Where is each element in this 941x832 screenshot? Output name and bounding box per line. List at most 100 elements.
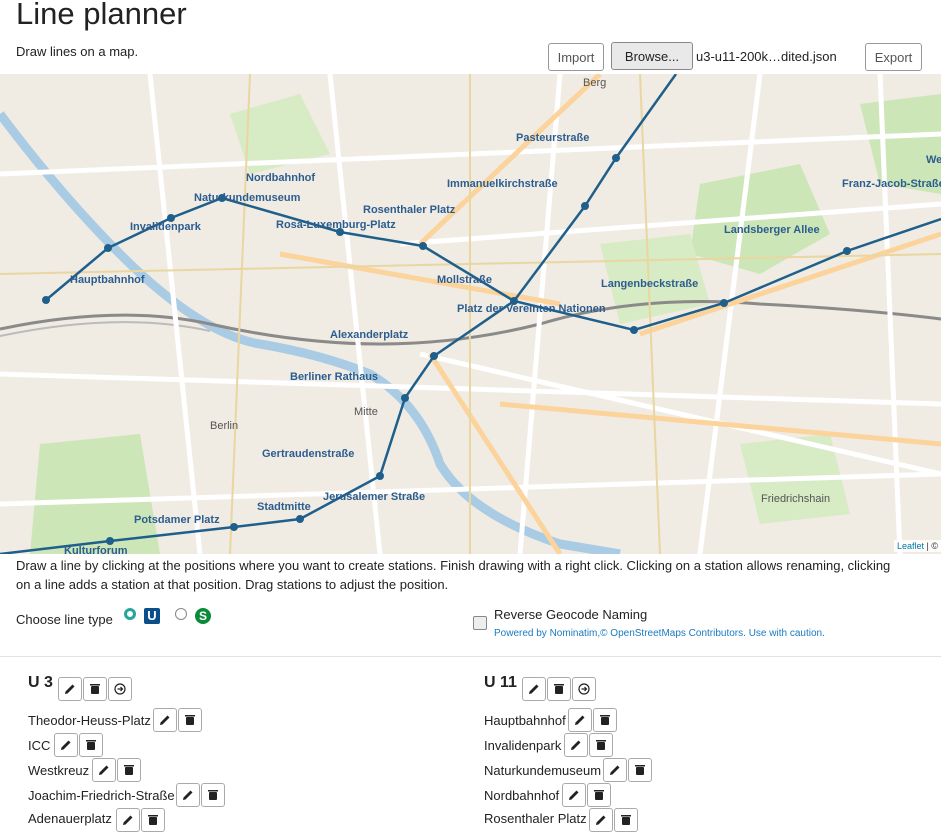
map-area-berlin: Berlin [210, 420, 238, 432]
delete-station-button[interactable] [593, 708, 617, 732]
line-type-label: Choose line type [16, 612, 113, 627]
station-item[interactable]: Westkreuz [28, 763, 89, 778]
map-label-pasteur: Pasteurstraße [516, 132, 589, 144]
edit-station-button[interactable] [116, 808, 140, 832]
pencil-icon [183, 790, 193, 800]
s-bahn-icon: S [195, 608, 211, 624]
station-item[interactable]: ICC [28, 738, 50, 753]
delete-line-button[interactable] [83, 677, 107, 701]
pencil-icon [610, 765, 620, 775]
map-label-gertraudenstrasse: Gertraudenstraße [262, 448, 354, 460]
delete-station-button[interactable] [628, 758, 652, 782]
edit-station-button[interactable] [153, 708, 177, 732]
delete-station-button[interactable] [141, 808, 165, 832]
trash-icon [185, 715, 195, 725]
nominatim-credit[interactable]: Powered by Nominatim,© OpenStreetMaps Co… [494, 628, 825, 639]
map-area-friedrichshain: Friedrichshain [761, 493, 830, 505]
edit-station-button[interactable] [589, 808, 613, 832]
delete-station-button[interactable] [79, 733, 103, 757]
pencil-icon [99, 765, 109, 775]
station-item[interactable]: Adenauerplatz [28, 811, 112, 826]
map-canvas[interactable]: Hauptbahnhof Invalidenpark Naturkundemus… [0, 74, 941, 554]
selected-file-name: u3-u11-200k…dited.json [696, 49, 837, 64]
target-icon [114, 683, 126, 695]
pencil-icon [596, 815, 606, 825]
help-text: Draw a line by clicking at the positions… [16, 558, 891, 592]
edit-line-button[interactable] [522, 677, 546, 701]
map-label-rosenthaler: Rosenthaler Platz [363, 204, 456, 216]
trash-icon [635, 765, 645, 775]
station-item[interactable]: Nordbahnhof [484, 788, 559, 803]
map-label-immanuel: Immanuelkirchstraße [447, 178, 558, 190]
edit-station-button[interactable] [568, 708, 592, 732]
pencil-icon [123, 815, 133, 825]
line-target-button[interactable] [572, 677, 596, 701]
trash-icon [124, 765, 134, 775]
station-item[interactable]: Invalidenpark [484, 738, 561, 753]
trash-icon [554, 684, 564, 694]
map-label-we: We [926, 154, 941, 166]
map-label-invalidenpark: Invalidenpark [130, 221, 202, 233]
edit-station-button[interactable] [92, 758, 116, 782]
delete-station-button[interactable] [587, 783, 611, 807]
pencil-icon [160, 715, 170, 725]
map-label-jerusalemer: Jerusalemer Straße [323, 491, 425, 503]
line-title-u11: U 11 [484, 674, 517, 691]
station-item[interactable]: Rosenthaler Platz [484, 811, 587, 826]
edit-station-button[interactable] [603, 758, 627, 782]
import-button[interactable]: Import [548, 43, 604, 71]
map-label-franz-jacob: Franz-Jacob-Straße [842, 178, 941, 190]
trash-icon [596, 740, 606, 750]
line-type-s-radio[interactable] [175, 608, 187, 620]
station-item[interactable]: Theodor-Heuss-Platz [28, 713, 151, 728]
map-area-mitte: Mitte [354, 406, 378, 418]
pencil-icon [61, 740, 71, 750]
line-type-u-radio[interactable] [124, 608, 136, 620]
map-label-mollstrasse: Mollstraße [437, 274, 492, 286]
map-svg: Hauptbahnhof Invalidenpark Naturkundemus… [0, 74, 941, 554]
export-button[interactable]: Export [865, 43, 922, 71]
pencil-icon [569, 790, 579, 800]
map-label-kulturforum: Kulturforum [64, 545, 128, 554]
page-title: Line planner [16, 0, 187, 31]
reverse-geocode-checkbox[interactable] [473, 616, 487, 630]
trash-icon [86, 740, 96, 750]
trash-icon [621, 815, 631, 825]
line-target-button[interactable] [108, 677, 132, 701]
map-label-nordbahnhof: Nordbahnhof [246, 172, 315, 184]
trash-icon [148, 815, 158, 825]
u-bahn-icon: U [144, 608, 160, 624]
edit-station-button[interactable] [562, 783, 586, 807]
pencil-icon [571, 740, 581, 750]
page-subtitle: Draw lines on a map. [16, 44, 139, 59]
station-item[interactable]: Joachim-Friedrich-Straße [28, 788, 175, 803]
edit-station-button[interactable] [564, 733, 588, 757]
reverse-geocode-label: Reverse Geocode Naming [494, 607, 648, 622]
map-label-alexanderplatz: Alexanderplatz [330, 329, 409, 341]
section-divider [0, 656, 941, 657]
line-title-u3: U 3 [28, 674, 53, 691]
pencil-icon [529, 684, 539, 694]
station-item[interactable]: Hauptbahnhof [484, 713, 566, 728]
delete-station-button[interactable] [117, 758, 141, 782]
delete-station-button[interactable] [178, 708, 202, 732]
trash-icon [600, 715, 610, 725]
delete-station-button[interactable] [589, 733, 613, 757]
delete-station-button[interactable] [614, 808, 638, 832]
delete-line-button[interactable] [547, 677, 571, 701]
browse-button[interactable]: Browse... [611, 42, 693, 70]
map-label-langenbeck: Langenbeckstraße [601, 278, 698, 290]
map-label-landsberger: Landsberger Allee [724, 224, 820, 236]
map-label-hauptbahnhof: Hauptbahnhof [70, 274, 145, 286]
edit-station-button[interactable] [54, 733, 78, 757]
edit-line-button[interactable] [58, 677, 82, 701]
attribution-separator: | © [924, 541, 938, 551]
station-item[interactable]: Naturkundemuseum [484, 763, 601, 778]
map-area-berg: Berg [583, 77, 606, 89]
map-attribution: Leaflet | © [893, 540, 941, 552]
pencil-icon [575, 715, 585, 725]
trash-icon [90, 684, 100, 694]
delete-station-button[interactable] [201, 783, 225, 807]
edit-station-button[interactable] [176, 783, 200, 807]
leaflet-link[interactable]: Leaflet [897, 541, 924, 551]
